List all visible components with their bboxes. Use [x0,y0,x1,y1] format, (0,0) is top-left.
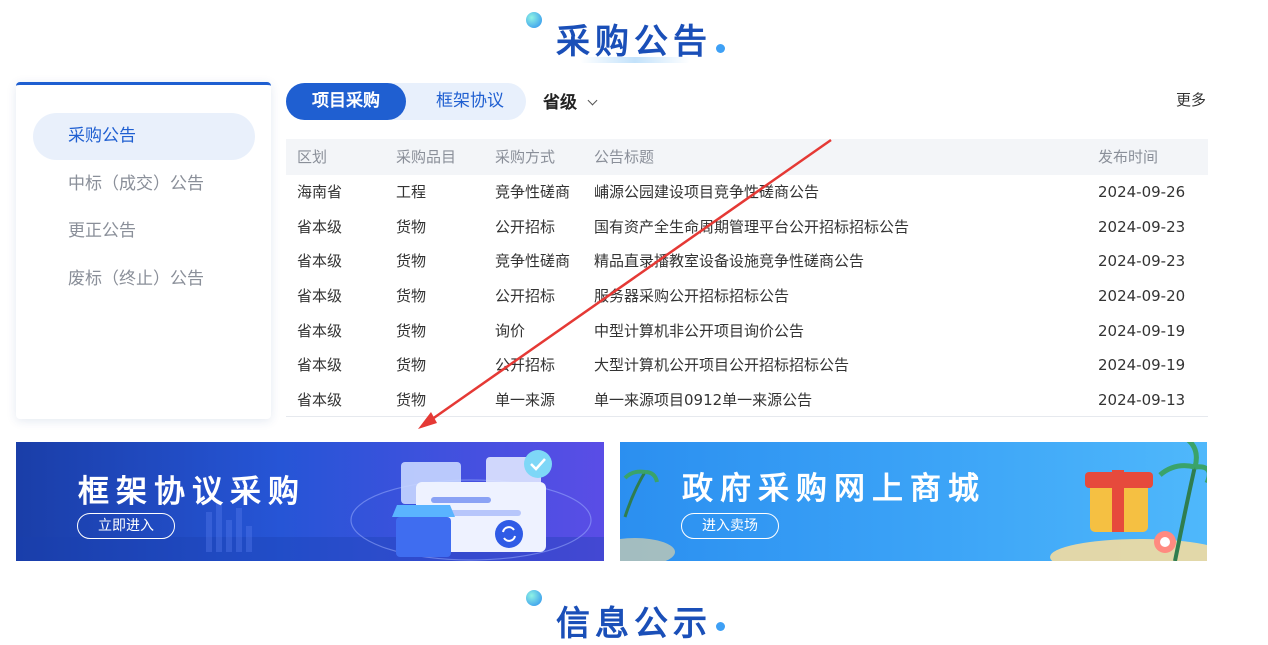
info-section-title: 信息公示 [556,604,712,644]
row-category: 货物 [396,391,427,410]
row-method: 公开招标 [495,356,556,375]
row-region: 省本级 [297,356,343,375]
info-section-header: 信息公示 [0,596,1268,645]
row-title-link[interactable]: 服务器采购公开招标招标公告 [594,279,789,313]
row-method: 竞争性磋商 [495,252,571,271]
row-category: 货物 [396,252,427,271]
row-title-link[interactable]: 精品直录播教室设备设施竞争性磋商公告 [594,244,864,278]
chevron-down-icon [587,95,598,106]
procurement-section-header: 采购公告 [0,14,1268,63]
title-decoration-dot [526,590,542,606]
sidebar-item-termination-notice[interactable]: 废标（终止）公告 [33,256,255,303]
row-category: 工程 [396,183,427,201]
row-date: 2024-09-13 [1098,391,1186,410]
table-header-row: 区划 采购品目 采购方式 公告标题 发布时间 [286,139,1208,175]
column-header-title: 公告标题 [594,148,655,166]
row-category: 货物 [396,287,427,306]
table-divider [286,416,1208,417]
row-date: 2024-09-23 [1098,217,1186,236]
region-select-value: 省级 [543,93,577,113]
procurement-section-title: 采购公告 [556,22,712,62]
table-row[interactable]: 省本级 货物 公开招标 大型计算机公开项目公开招标招标公告 2024-09-19 [286,348,1208,383]
title-decoration-dot [526,12,542,28]
row-category: 货物 [396,356,427,375]
framework-agreement-banner[interactable]: 框架协议采购 立即进入 [16,442,604,561]
row-region: 省本级 [297,391,343,410]
row-method: 询价 [495,321,526,340]
title-decoration-dot [716,622,725,631]
tab-framework-agreement[interactable]: 框架协议 [416,83,524,120]
row-date: 2024-09-19 [1098,356,1186,375]
row-category: 货物 [396,217,427,236]
announcement-table: 区划 采购品目 采购方式 公告标题 发布时间 海南省 工程 竞争性磋商 峬源公园… [286,139,1208,418]
column-header-category: 采购品目 [396,148,457,166]
row-date: 2024-09-23 [1098,252,1186,271]
table-row[interactable]: 省本级 货物 单一来源 单一来源项目0912单一来源公告 2024-09-13 [286,383,1208,418]
table-row[interactable]: 海南省 工程 竞争性磋商 峬源公园建设项目竞争性磋商公告 2024-09-26 [286,175,1208,210]
tab-project-procurement[interactable]: 项目采购 [286,83,406,120]
row-region: 省本级 [297,252,343,271]
sidebar-item-procurement-notice[interactable]: 采购公告 [33,113,255,160]
more-link[interactable]: 更多 [1176,89,1206,110]
column-header-method: 采购方式 [495,148,556,166]
column-header-date: 发布时间 [1098,148,1159,166]
row-region: 省本级 [297,287,343,306]
row-date: 2024-09-20 [1098,287,1186,306]
table-row[interactable]: 省本级 货物 询价 中型计算机非公开项目询价公告 2024-09-19 [286,314,1208,349]
title-decoration-swoosh [580,57,690,63]
row-region: 省本级 [297,217,343,236]
enter-now-button[interactable]: 立即进入 [77,513,175,539]
row-date: 2024-09-19 [1098,321,1186,340]
row-method: 公开招标 [495,217,556,236]
row-category: 货物 [396,321,427,340]
procurement-type-tabs: 项目采购 框架协议 [286,83,526,120]
row-title-link[interactable]: 单一来源项目0912单一来源公告 [594,383,812,417]
column-header-region: 区划 [297,148,328,166]
banner-title: 框架协议采购 [78,474,306,510]
table-row[interactable]: 省本级 货物 公开招标 服务器采购公开招标招标公告 2024-09-20 [286,279,1208,314]
row-title-link[interactable]: 峬源公园建设项目竞争性磋商公告 [594,175,819,209]
sidebar-item-award-notice[interactable]: 中标（成交）公告 [33,161,255,208]
row-title-link[interactable]: 中型计算机非公开项目询价公告 [594,314,804,348]
announcement-category-card: 采购公告 中标（成交）公告 更正公告 废标（终止）公告 [16,82,271,419]
region-select-dropdown[interactable]: 省级 [543,88,598,113]
row-title-link[interactable]: 大型计算机公开项目公开招标招标公告 [594,348,849,382]
row-region: 海南省 [297,183,343,201]
sidebar-item-correction-notice[interactable]: 更正公告 [33,208,255,255]
table-row[interactable]: 省本级 货物 公开招标 国有资产全生命周期管理平台公开招标招标公告 2024-0… [286,210,1208,245]
row-date: 2024-09-26 [1098,183,1186,201]
banner-title: 政府采购网上商城 [682,471,986,507]
online-mall-banner[interactable]: 政府采购网上商城 进入卖场 [620,442,1207,561]
title-decoration-dot [716,44,725,53]
row-title-link[interactable]: 国有资产全生命周期管理平台公开招标招标公告 [594,210,909,244]
row-method: 单一来源 [495,391,556,410]
enter-mall-button[interactable]: 进入卖场 [681,513,779,539]
row-method: 竞争性磋商 [495,183,571,201]
row-method: 公开招标 [495,287,556,306]
row-region: 省本级 [297,321,343,340]
table-row[interactable]: 省本级 货物 竞争性磋商 精品直录播教室设备设施竞争性磋商公告 2024-09-… [286,244,1208,279]
